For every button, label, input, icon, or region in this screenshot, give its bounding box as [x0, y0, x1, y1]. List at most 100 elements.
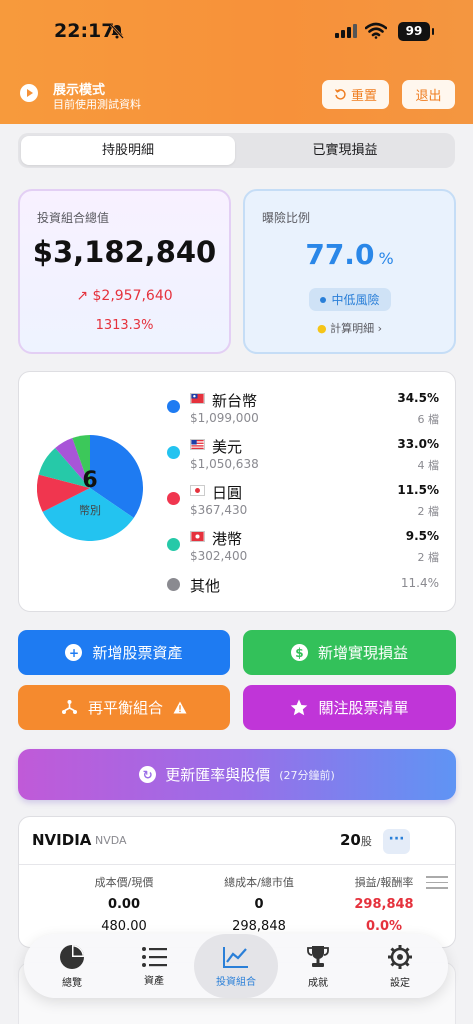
risk-dot-icon [320, 296, 327, 303]
tab-assets[interactable]: 資產 [112, 934, 196, 998]
pie-chart-icon [60, 944, 84, 969]
risk-level-label: 中低風險 [331, 293, 380, 307]
add-stock-asset-button[interactable]: + 新增股票資產 [18, 630, 230, 675]
chevron-right-icon: › [377, 322, 382, 335]
tab-achievements[interactable]: 成就 [276, 934, 360, 998]
portfolio-value-label: 投資組合總值 [37, 211, 110, 225]
update-rates-prices-button[interactable]: ↻ 更新匯率與股價 (27分鐘前) [18, 749, 456, 800]
legend-item-twd[interactable]: 新台幣 $1,099,000 34.5% 6 檔 [167, 390, 439, 430]
exposure-number: 77.0 [305, 238, 375, 271]
tab-overview[interactable]: 總覽 [30, 934, 114, 998]
portfolio-value-card[interactable]: 投資組合總值 $3,182,840 ↗ $2,957,640 1313.3% [18, 189, 231, 354]
stock-name: NVIDIA [32, 831, 92, 849]
header-total-cost: 總成本/總市值 [224, 876, 294, 889]
calculation-detail-link[interactable]: ● 計算明細 › [245, 320, 454, 336]
reset-icon [334, 89, 346, 100]
legend-name: 日圓 [212, 484, 243, 502]
legend-dot [167, 538, 180, 551]
battery-icon: 99 [398, 22, 434, 41]
risk-level-badge: 中低風險 [309, 288, 391, 311]
header-pnl: 損益/報酬率 [354, 876, 414, 889]
add-stock-asset-label: 新增股票資產 [92, 644, 183, 662]
update-ago: (27分鐘前) [279, 768, 335, 782]
legend-amount: $1,050,638 [190, 457, 259, 471]
legend-dot [167, 400, 180, 413]
stock-shares-value: 20 [340, 831, 361, 849]
cellular-signal-icon [335, 24, 357, 38]
stock-ticker: NVDA [95, 834, 127, 847]
add-realized-pnl-button[interactable]: $ 新增實現損益 [243, 630, 456, 675]
pnl-value: 298,848 [354, 897, 414, 912]
cost-price: 0.00 [107, 897, 141, 912]
dollar-icon: $ [290, 644, 308, 661]
wifi-icon [365, 22, 387, 39]
rebalance-label: 再平衡組合 [87, 699, 163, 717]
rebalance-icon [61, 700, 77, 714]
tab-label: 設定 [390, 977, 410, 989]
lightbulb-icon: ● [316, 322, 327, 335]
stock-shares: 20股 [340, 831, 372, 849]
watchlist-button[interactable]: 關注股票清單 [243, 685, 456, 730]
legend-name: 美元 [212, 438, 243, 456]
legend-percent: 11.5% [397, 483, 439, 497]
reset-button[interactable]: 重置 [322, 80, 389, 109]
warning-icon [173, 701, 187, 714]
exit-button[interactable]: 退出 [402, 80, 455, 109]
demo-mode-subtitle: 目前使用測試資料 [53, 98, 141, 111]
legend-item-hkd[interactable]: 港幣 $302,400 9.5% 2 檔 [167, 528, 439, 568]
status-time: 22:17 [54, 20, 115, 42]
exposure-card[interactable]: 曝險比例 77.0% 中低風險 ● 計算明細 › [243, 189, 456, 354]
gear-icon [388, 944, 412, 969]
trophy-icon [307, 945, 329, 967]
tab-bar: 總覽 資產 投資組合 成就 設定 [24, 934, 448, 998]
legend-name: 其他 [190, 577, 221, 595]
legend-amount: $367,430 [190, 503, 248, 517]
refresh-icon: ↻ [139, 766, 157, 783]
currency-count-unit: 幣別 [79, 504, 101, 517]
exposure-label: 曝險比例 [262, 211, 311, 225]
add-realized-pnl-label: 新增實現損益 [317, 644, 408, 662]
legend-dot [167, 492, 180, 505]
portfolio-gain-percent: 1313.3% [95, 318, 154, 333]
list-icon [142, 946, 167, 967]
star-icon [291, 699, 308, 716]
stock-card[interactable]: NVIDIA NVDA 20股 ··· 成本價/現價 總成本/總市值 損益/報酬… [18, 816, 456, 948]
tab-holdings[interactable]: 持股明細 [21, 136, 235, 165]
play-icon [20, 84, 38, 102]
return-rate: 0.0% [365, 919, 403, 934]
legend-count: 6 檔 [417, 413, 440, 426]
rebalance-button[interactable]: 再平衡組合 [18, 685, 230, 730]
total-cost: 0 [254, 897, 264, 912]
japan-flag-icon [190, 485, 205, 496]
header-cost-price: 成本價/現價 [94, 876, 154, 889]
tab-label: 成就 [308, 977, 328, 989]
more-icon[interactable]: ··· [383, 829, 410, 854]
segment-control: 持股明細 已實現損益 [18, 133, 455, 168]
drag-handle-icon[interactable] [426, 876, 448, 893]
legend-item-usd[interactable]: 美元 $1,050,638 33.0% 4 檔 [167, 436, 439, 476]
legend-name: 新台幣 [212, 392, 258, 410]
stock-shares-unit: 股 [360, 835, 372, 848]
tab-realized-pnl[interactable]: 已實現損益 [238, 136, 452, 165]
tab-label: 總覽 [62, 977, 82, 989]
legend-count: 2 檔 [417, 505, 440, 518]
portfolio-gain-amount: $2,957,640 [92, 288, 173, 304]
legend-percent: 9.5% [405, 529, 439, 543]
tab-label: 資產 [144, 975, 164, 987]
legend-name: 港幣 [212, 530, 243, 548]
current-price: 480.00 [101, 919, 147, 934]
reset-label: 重置 [350, 89, 377, 104]
bell-muted-icon [110, 24, 124, 39]
legend-item-jpy[interactable]: 日圓 $367,430 11.5% 2 檔 [167, 482, 439, 522]
legend-amount: $302,400 [190, 549, 248, 563]
tab-label: 投資組合 [216, 976, 256, 988]
legend-dot [167, 446, 180, 459]
tab-portfolio[interactable]: 投資組合 [194, 934, 278, 998]
legend-percent: 34.5% [397, 391, 439, 405]
line-chart-icon [223, 946, 248, 968]
tab-settings[interactable]: 設定 [358, 934, 442, 998]
legend-item-other[interactable]: 其他 11.4% [167, 575, 439, 599]
legend-amount: $1,099,000 [190, 411, 259, 425]
legend-percent: 11.4% [400, 576, 439, 590]
currency-allocation-card[interactable]: 6 幣別 新台幣 $1,099,000 34.5% 6 檔 美元 $1,050,… [18, 371, 456, 612]
